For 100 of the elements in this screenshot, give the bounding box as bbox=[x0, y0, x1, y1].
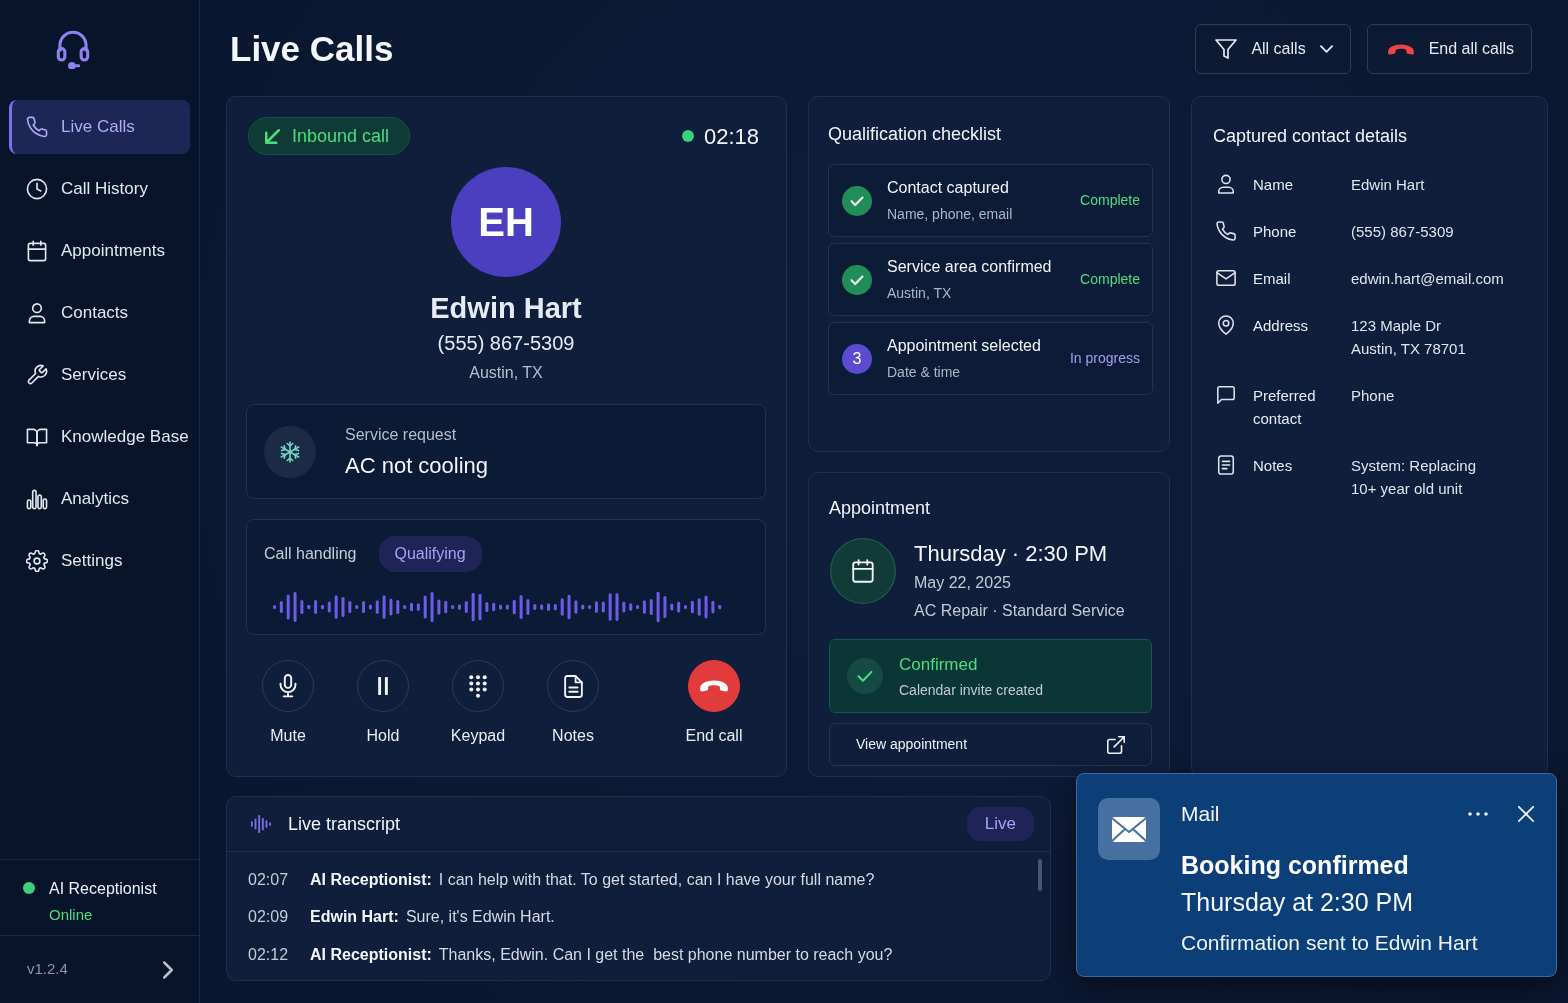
field-value: System: Replacing 10+ year old unit bbox=[1351, 456, 1477, 499]
notification-time: Thursday at 2:30 PM bbox=[1181, 886, 1414, 917]
pause-icon bbox=[376, 677, 390, 695]
calendar-icon bbox=[26, 240, 48, 262]
call-control-button[interactable] bbox=[262, 660, 314, 712]
message-text: Sure, it's Edwin Hart. bbox=[405, 907, 555, 928]
agent-name: AI Receptionist bbox=[49, 879, 157, 899]
transcript-title: Live transcript bbox=[288, 812, 401, 836]
contact-details-title: Captured contact details bbox=[1213, 125, 1408, 147]
bar-chart-icon bbox=[26, 488, 48, 510]
field-value: Edwin Hart bbox=[1351, 175, 1425, 195]
view-appointment-button[interactable]: View appointment bbox=[829, 723, 1152, 766]
field-value: Phone bbox=[1351, 386, 1395, 406]
call-control-label: Keypad bbox=[450, 726, 506, 746]
chevron-right-icon[interactable] bbox=[163, 960, 173, 979]
person-icon bbox=[1216, 174, 1236, 194]
sidebar-item[interactable]: Services bbox=[9, 348, 190, 402]
call-control-label: Notes bbox=[552, 726, 594, 746]
appointment-date: May 22, 2025 bbox=[914, 573, 1011, 593]
call-control-label: Hold bbox=[366, 726, 400, 746]
end-call-button[interactable] bbox=[688, 660, 740, 712]
page-title: Live Calls bbox=[230, 28, 394, 70]
notification-app-name: Mail bbox=[1181, 801, 1220, 827]
call-control-label: End call bbox=[685, 726, 743, 746]
sound-wave-icon bbox=[251, 814, 271, 834]
checklist-item-detail: Date & time bbox=[887, 363, 961, 381]
confirmation-detail: Calendar invite created bbox=[899, 680, 1043, 699]
wrench-icon bbox=[26, 364, 48, 386]
checklist-item-title: Contact captured bbox=[887, 178, 1009, 198]
live-dot-icon bbox=[681, 130, 694, 142]
field-label: Email bbox=[1253, 269, 1291, 289]
settings-icon bbox=[26, 550, 48, 572]
document-icon bbox=[1216, 455, 1236, 475]
sidebar-item[interactable]: Appointments bbox=[9, 224, 190, 278]
end-all-calls-button[interactable]: End all calls bbox=[1366, 24, 1532, 74]
check-circle-icon bbox=[842, 264, 872, 295]
call-control-button[interactable] bbox=[452, 660, 504, 712]
checklist-item-detail: Austin, TX bbox=[887, 284, 952, 302]
field-value: edwin.hart@email.com bbox=[1351, 269, 1504, 289]
chevron-down-icon bbox=[1319, 45, 1333, 53]
envelope-icon bbox=[1216, 268, 1236, 288]
field-label: Name bbox=[1253, 175, 1293, 195]
timestamp: 02:12 bbox=[248, 944, 290, 965]
sidebar-item[interactable]: Call History bbox=[9, 162, 190, 216]
notification-message: Confirmation sent to Edwin Hart bbox=[1181, 929, 1478, 956]
more-options-icon[interactable] bbox=[1468, 811, 1488, 816]
sidebar-item[interactable]: Live Calls bbox=[9, 100, 190, 154]
sidebar-item[interactable]: Contacts bbox=[9, 286, 190, 340]
person-icon bbox=[26, 302, 48, 324]
message-text: Thanks, Edwin. Can I get the best phone number to reach you? bbox=[438, 944, 893, 965]
external-link-icon bbox=[1107, 735, 1125, 754]
checklist-title: Qualification checklist bbox=[828, 123, 1002, 145]
map-pin-icon bbox=[1216, 315, 1236, 335]
call-stage-indicator: Qualifying bbox=[378, 536, 482, 572]
appointment-datetime: Thursday · 2:30 PM bbox=[914, 540, 1108, 568]
document-icon bbox=[563, 674, 583, 698]
appointment-service: AC Repair · Standard Service bbox=[914, 601, 1125, 621]
call-handling-label: Call handling bbox=[264, 544, 357, 564]
checklist-item-title: Appointment selected bbox=[887, 336, 1041, 356]
field-label: Preferred contact bbox=[1253, 386, 1317, 429]
call-control-button[interactable] bbox=[357, 660, 409, 712]
headset-logo-icon bbox=[55, 29, 91, 69]
service-request-label: Service request bbox=[345, 424, 457, 445]
phone-icon bbox=[1216, 221, 1236, 241]
call-timer: 02:18 bbox=[703, 122, 759, 151]
scrollbar-thumb[interactable] bbox=[1038, 859, 1042, 891]
filter-dropdown[interactable]: All calls bbox=[1195, 24, 1351, 74]
service-request-value: AC not cooling bbox=[345, 452, 489, 479]
avatar-initials: EH bbox=[451, 167, 561, 277]
call-control-button[interactable] bbox=[547, 660, 599, 712]
timestamp: 02:09 bbox=[248, 907, 290, 928]
mail-app-icon bbox=[1098, 798, 1160, 860]
appointment-title: Appointment bbox=[829, 497, 931, 519]
sidebar-item[interactable]: Analytics bbox=[9, 472, 190, 526]
step-number: 3 bbox=[842, 343, 872, 374]
checklist-item-status: Complete bbox=[1080, 270, 1140, 289]
version-label: v1.2.4 bbox=[27, 959, 68, 980]
speaker-name: Edwin Hart: bbox=[310, 907, 399, 928]
open-book-icon bbox=[26, 426, 48, 448]
checklist-item-status: Complete bbox=[1080, 191, 1140, 210]
filter-icon bbox=[1215, 38, 1238, 60]
caller-phone: (555) 867-5309 bbox=[437, 331, 575, 356]
sidebar-item[interactable]: Settings bbox=[9, 534, 190, 588]
arrow-down-left-icon bbox=[265, 128, 280, 144]
speech-bubble-icon bbox=[1216, 385, 1236, 405]
checklist-item-title: Service area confirmed bbox=[887, 257, 1052, 277]
microphone-icon bbox=[277, 674, 299, 698]
call-direction-label: Inbound call bbox=[292, 124, 390, 148]
sidebar-item[interactable]: Knowledge Base bbox=[9, 410, 190, 464]
field-value: (555) 867-5309 bbox=[1351, 222, 1454, 242]
checklist-item-detail: Name, phone, email bbox=[887, 205, 1013, 223]
close-icon[interactable] bbox=[1518, 805, 1534, 822]
snowflake-icon bbox=[264, 425, 316, 478]
timestamp: 02:07 bbox=[248, 869, 290, 890]
caller-location: Austin, TX bbox=[469, 363, 543, 383]
message-text: I can help with that. To get started, can I have your full name? bbox=[438, 869, 875, 890]
call-control-label: Mute bbox=[270, 726, 306, 746]
check-circle-icon bbox=[847, 658, 883, 694]
keypad-icon bbox=[468, 674, 488, 698]
field-label: Notes bbox=[1253, 456, 1293, 476]
